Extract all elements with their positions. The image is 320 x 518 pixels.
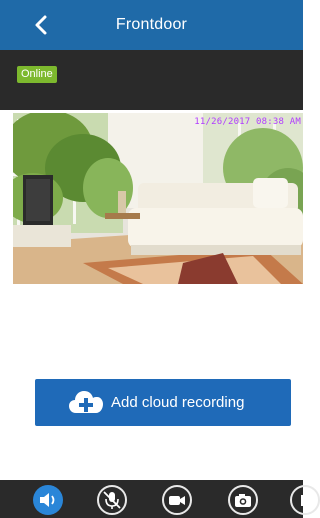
add-cloud-recording-button[interactable]: Add cloud recording xyxy=(35,379,291,426)
microphone-button[interactable] xyxy=(97,485,127,515)
add-cloud-recording-label: Add cloud recording xyxy=(111,394,245,411)
microphone-muted-icon xyxy=(103,491,121,509)
video-timestamp: 11/26/2017 08:38 AM xyxy=(194,117,301,127)
more-button[interactable] xyxy=(290,485,320,515)
video-frame-image xyxy=(13,113,303,284)
status-bar: Online xyxy=(0,50,303,110)
cloud-plus-icon xyxy=(69,391,103,413)
camera-video-feed[interactable]: 11/26/2017 08:38 AM xyxy=(13,113,303,284)
online-status-badge: Online xyxy=(17,66,57,83)
control-toolbar xyxy=(0,480,320,518)
top-nav-bar: Frontdoor xyxy=(0,0,303,50)
more-icon xyxy=(301,495,304,506)
video-record-icon xyxy=(169,496,185,505)
snapshot-button[interactable] xyxy=(228,485,258,515)
camera-snapshot-icon xyxy=(235,494,251,507)
page-title: Frontdoor xyxy=(115,16,188,33)
speaker-button[interactable] xyxy=(33,485,63,515)
speaker-icon xyxy=(40,493,55,507)
record-video-button[interactable] xyxy=(162,485,192,515)
